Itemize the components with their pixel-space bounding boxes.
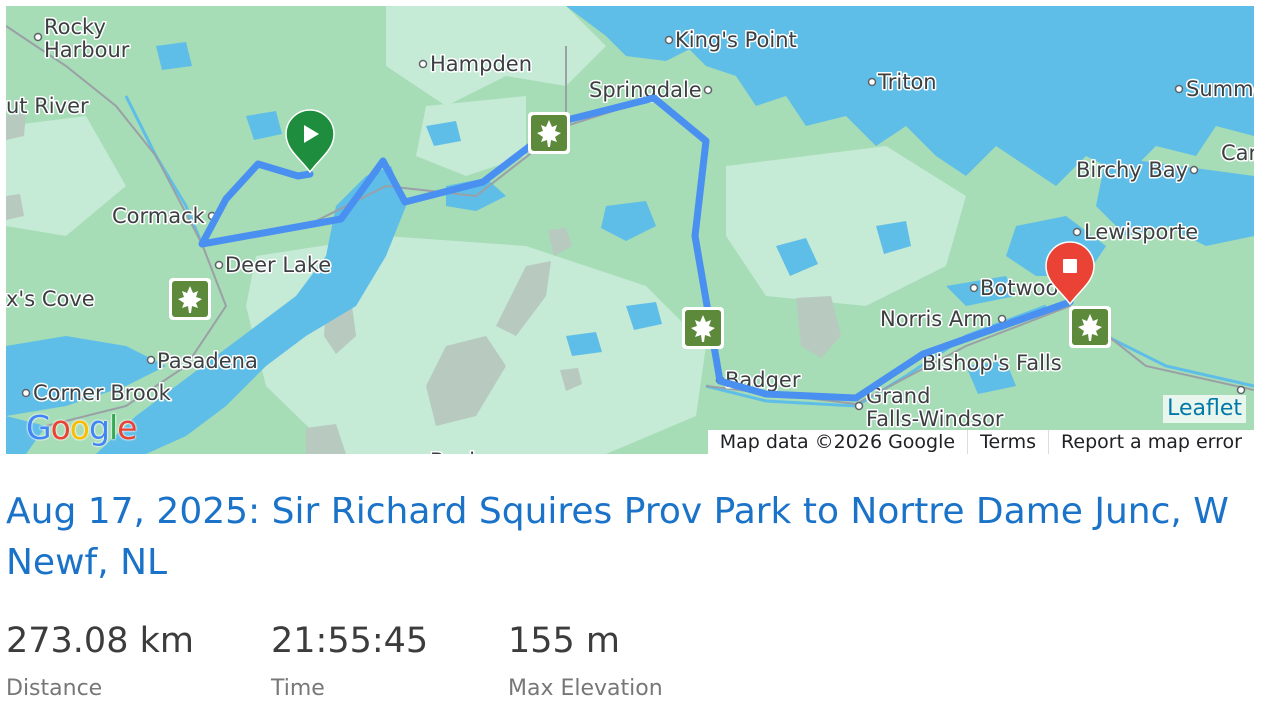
stop-icon bbox=[1063, 259, 1077, 273]
place-label: Corner Brook bbox=[33, 381, 172, 405]
place-label: Summe bbox=[1186, 77, 1254, 101]
map-data-credit: Map data ©2026 Google bbox=[719, 431, 956, 453]
max-elevation-label: Max Elevation bbox=[508, 676, 663, 701]
town-dot bbox=[1189, 165, 1199, 175]
place-label: ut River bbox=[6, 94, 89, 118]
place-label: Lewisporte bbox=[1084, 220, 1198, 244]
park-icon[interactable] bbox=[528, 112, 570, 154]
town-dot bbox=[664, 35, 674, 45]
town-dot bbox=[146, 355, 156, 365]
place-label: Botwoo bbox=[980, 276, 1058, 300]
terms-link[interactable]: Terms bbox=[968, 430, 1048, 454]
elevation-stat: 155 m Max Elevation bbox=[508, 620, 663, 702]
place-label: Car bbox=[1221, 141, 1254, 165]
town-dot bbox=[969, 283, 979, 293]
map-attribution-bar: Map data ©2026 Google Terms Report a map… bbox=[707, 430, 1254, 454]
town-dot bbox=[33, 32, 43, 42]
town-dot bbox=[867, 77, 877, 87]
place-label: Buchans bbox=[430, 449, 520, 454]
place-label: Deer Lake bbox=[225, 253, 331, 277]
town-dot bbox=[418, 59, 428, 69]
map-canvas[interactable]: RockyHarbourHampdenKing's PointSpringdal… bbox=[6, 6, 1254, 454]
activity-title-link[interactable]: Aug 17, 2025: Sir Richard Squires Prov P… bbox=[6, 486, 1258, 588]
route-map[interactable]: Rocky Harbour Hampden King's Point Springdal… bbox=[6, 6, 1254, 454]
max-elevation-value: 155 m bbox=[508, 621, 621, 661]
park-icon[interactable] bbox=[1069, 306, 1111, 348]
place-label: Birchy Bay bbox=[1076, 158, 1188, 182]
town-dot bbox=[214, 260, 224, 270]
place-label: Hampden bbox=[430, 52, 532, 76]
place-label: Norris Arm bbox=[880, 307, 992, 331]
town-dot bbox=[1072, 227, 1082, 237]
time-label: Time bbox=[271, 676, 325, 701]
google-logo: Google bbox=[26, 408, 137, 447]
town-dot bbox=[21, 388, 31, 398]
place-label: Cormack bbox=[112, 204, 206, 228]
place-label: Harbour bbox=[44, 38, 130, 62]
place-label: x's Cove bbox=[6, 287, 95, 311]
town-dot bbox=[997, 314, 1007, 324]
town-dot bbox=[1236, 385, 1246, 395]
place-label: Pasadena bbox=[157, 349, 258, 373]
time-stat: 21:55:45 Time bbox=[271, 620, 428, 702]
place-label: Falls-Windsor bbox=[866, 407, 1004, 431]
distance-value: 273.08 km bbox=[6, 621, 194, 661]
report-map-error-link[interactable]: Report a map error bbox=[1049, 430, 1254, 454]
park-icon[interactable] bbox=[169, 278, 211, 320]
time-value: 21:55:45 bbox=[271, 621, 429, 661]
town-dot bbox=[854, 401, 864, 411]
place-label: King's Point bbox=[675, 28, 797, 52]
distance-label: Distance bbox=[6, 676, 103, 701]
town-dot bbox=[703, 85, 713, 95]
park-icon[interactable] bbox=[682, 307, 724, 349]
distance-stat: 273.08 km Distance bbox=[6, 620, 194, 702]
place-label: Triton bbox=[877, 70, 937, 94]
place-label: Bishop's Falls bbox=[922, 351, 1062, 375]
place-label: Rocky bbox=[44, 15, 106, 39]
leaflet-attribution-link[interactable]: Leaflet bbox=[1163, 395, 1246, 423]
town-dot bbox=[1174, 84, 1184, 94]
